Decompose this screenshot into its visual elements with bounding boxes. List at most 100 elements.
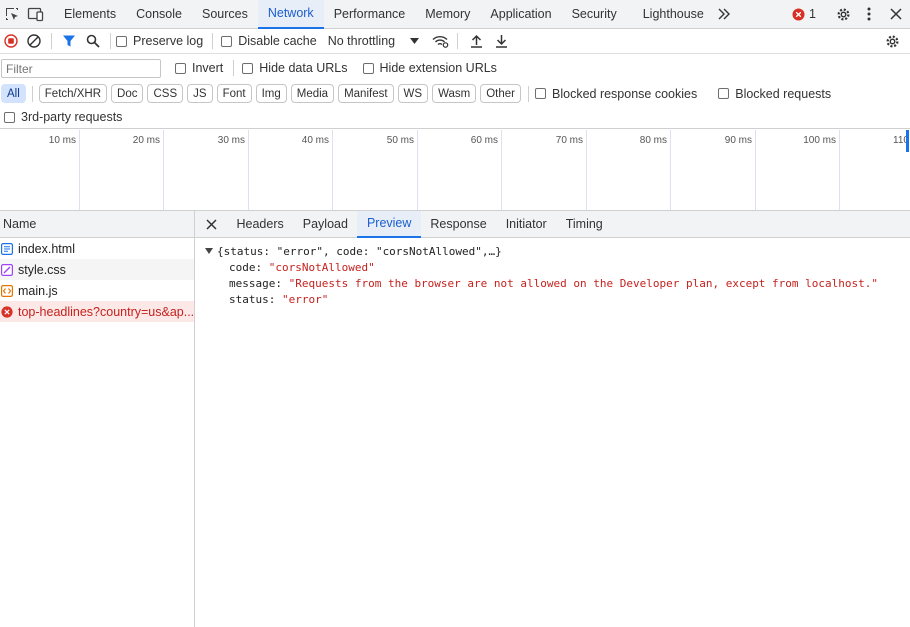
error-counter[interactable]: 1	[792, 7, 816, 21]
import-har-icon[interactable]	[463, 34, 489, 48]
request-name: style.css	[18, 262, 66, 277]
tab-console[interactable]: Console	[126, 0, 192, 29]
disable-cache-checkbox[interactable]: Disable cache	[221, 34, 317, 48]
kebab-menu-icon[interactable]	[856, 7, 882, 21]
expand-triangle-icon	[205, 248, 213, 254]
checkbox-box	[535, 88, 546, 99]
network-overview-timeline[interactable]: 10 ms 20 ms 30 ms 40 ms 50 ms 60 ms 70 m…	[0, 130, 910, 211]
tab-timing[interactable]: Timing	[556, 211, 612, 238]
tab-preview[interactable]: Preview	[357, 210, 421, 238]
error-icon	[792, 8, 805, 20]
clear-icon[interactable]	[22, 34, 46, 48]
filter-row: Invert Hide data URLs Hide extension URL…	[0, 55, 910, 81]
type-pill-media[interactable]: Media	[290, 84, 335, 103]
hide-extension-urls-checkbox[interactable]: Hide extension URLs	[362, 61, 497, 75]
type-pill-wasm[interactable]: Wasm	[432, 84, 477, 103]
third-party-requests-checkbox[interactable]: 3rd-party requests	[4, 110, 122, 124]
preserve-log-label: Preserve log	[133, 34, 204, 48]
type-pill-img[interactable]: Img	[255, 84, 287, 103]
script-icon	[1, 284, 13, 297]
timeline-tick: 30 ms	[164, 130, 249, 210]
timeline-tick-label: 60 ms	[470, 135, 498, 146]
stop-recording-icon[interactable]	[0, 34, 22, 48]
json-property: code: "corsNotAllowed"	[229, 261, 375, 274]
type-pill-css[interactable]: CSS	[147, 84, 184, 103]
request-row-top-headlines[interactable]: top-headlines?country=us&ap...	[0, 301, 194, 322]
tab-performance[interactable]: Performance	[324, 0, 416, 29]
timeline-tick-label: 100 ms	[803, 135, 836, 146]
tab-lighthouse[interactable]: Lighthouse	[627, 0, 714, 29]
blocked-response-cookies-checkbox[interactable]: Blocked response cookies	[535, 87, 697, 101]
filter-input[interactable]	[1, 59, 161, 78]
divider	[212, 33, 214, 49]
throttling-value: No throttling	[327, 34, 396, 48]
json-property: status: "error"	[229, 293, 329, 306]
close-devtools-icon[interactable]	[882, 8, 910, 20]
json-key: code	[229, 261, 256, 274]
more-tabs-chevron-icon[interactable]	[714, 8, 734, 20]
type-pill-ws[interactable]: WS	[397, 84, 429, 103]
hide-data-urls-label: Hide data URLs	[259, 61, 348, 75]
network-conditions-icon[interactable]	[428, 35, 452, 48]
type-pill-doc[interactable]: Doc	[111, 84, 144, 103]
checkbox-box	[242, 62, 254, 74]
tab-sources[interactable]: Sources	[192, 0, 258, 29]
name-column-header[interactable]: Name	[0, 211, 194, 238]
json-preview: {status: "error", code: "corsNotAllowed"…	[195, 238, 910, 308]
json-value: "Requests from the browser are not allow…	[288, 277, 879, 290]
blocked-requests-checkbox[interactable]: Blocked requests	[718, 87, 831, 101]
detail-tab-bar: Headers Payload Preview Response Initiat…	[195, 210, 910, 238]
type-pill-other[interactable]: Other	[480, 84, 521, 103]
request-name: main.js	[18, 283, 58, 298]
document-icon	[1, 242, 13, 255]
tab-headers[interactable]: Headers	[227, 211, 293, 238]
request-name: index.html	[18, 241, 75, 256]
json-property: message: "Requests from the browser are …	[229, 277, 879, 290]
request-row-style-css[interactable]: style.css	[0, 259, 194, 280]
timeline-tick-label: 80 ms	[639, 135, 667, 146]
tab-response[interactable]: Response	[421, 211, 496, 238]
divider	[233, 60, 235, 76]
request-row-index-html[interactable]: index.html	[0, 238, 194, 259]
timeline-tick: 110 ms	[840, 130, 910, 210]
request-detail-pane: Headers Payload Preview Response Initiat…	[195, 210, 910, 627]
filter-funnel-icon[interactable]	[57, 34, 81, 48]
type-pill-fetch-xhr[interactable]: Fetch/XHR	[38, 84, 108, 103]
devtools-tab-bar: Elements Console Sources Network Perform…	[0, 0, 910, 29]
request-list-pane: Name index.html style.css main.js top-he…	[0, 211, 195, 627]
tab-payload[interactable]: Payload	[293, 211, 357, 238]
divider	[51, 33, 52, 49]
divider	[31, 85, 33, 102]
throttling-select[interactable]: No throttling	[327, 34, 420, 48]
invert-checkbox[interactable]: Invert	[175, 61, 223, 75]
timeline-selection-handle[interactable]	[906, 130, 909, 152]
third-party-row: 3rd-party requests	[0, 106, 910, 129]
checkbox-box	[4, 111, 15, 123]
tab-initiator[interactable]: Initiator	[496, 211, 556, 238]
search-icon[interactable]	[81, 34, 105, 48]
inspect-element-icon[interactable]	[1, 6, 23, 22]
type-pill-manifest[interactable]: Manifest	[338, 84, 394, 103]
name-column-label: Name	[3, 217, 37, 231]
json-summary: {status: "error", code: "corsNotAllowed"…	[217, 245, 502, 258]
tab-network[interactable]: Network	[257, 0, 324, 29]
close-detail-icon[interactable]	[195, 218, 227, 230]
export-har-icon[interactable]	[489, 34, 513, 48]
device-toolbar-icon[interactable]	[23, 7, 47, 22]
hide-data-urls-checkbox[interactable]: Hide data URLs	[242, 61, 348, 75]
type-pill-all[interactable]: All	[1, 84, 26, 103]
tab-security[interactable]: Security	[562, 0, 627, 29]
settings-gear-icon[interactable]	[830, 7, 856, 22]
preserve-log-checkbox[interactable]: Preserve log	[116, 34, 203, 48]
divider	[110, 33, 111, 49]
timeline-tick-label: 20 ms	[132, 135, 160, 146]
request-row-main-js[interactable]: main.js	[0, 280, 194, 301]
type-pill-js[interactable]: JS	[187, 84, 213, 103]
timeline-tick: 10 ms	[0, 130, 80, 210]
tab-memory[interactable]: Memory	[415, 0, 480, 29]
network-settings-gear-icon[interactable]	[874, 34, 910, 49]
tab-application[interactable]: Application	[480, 0, 561, 29]
json-root-line[interactable]: {status: "error", code: "corsNotAllowed"…	[205, 244, 910, 260]
tab-elements[interactable]: Elements	[54, 0, 126, 29]
type-pill-font[interactable]: Font	[216, 84, 252, 103]
